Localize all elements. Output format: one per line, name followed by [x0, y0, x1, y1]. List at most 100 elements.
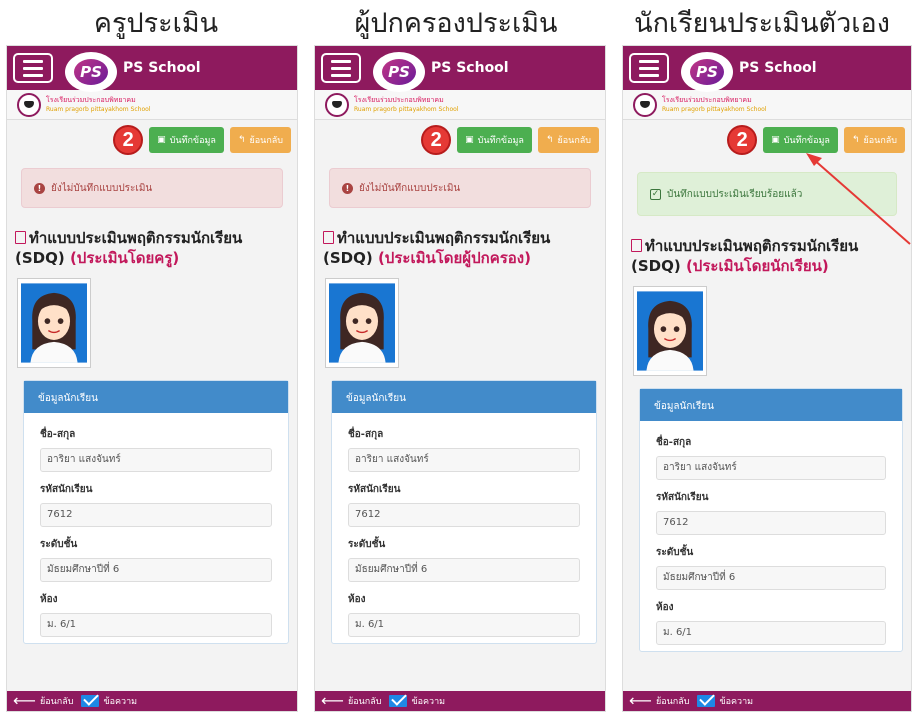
school-name-th: โรงเรียนร่วมประกอบพิทยาคม	[354, 95, 444, 104]
name-field: อาริยา แสงจันทร์	[40, 448, 272, 472]
level-label: ระดับชั้น	[656, 547, 694, 558]
student-id-field: 7612	[656, 511, 886, 535]
student-id-label: รหัสนักเรียน	[348, 484, 401, 495]
logo-mark: PS	[382, 59, 416, 85]
name-field: อาริยา แสงจันทร์	[656, 456, 886, 480]
mail-icon[interactable]	[81, 695, 100, 707]
school-name-th: โรงเรียนร่วมประกอบพิทยาคม	[46, 95, 136, 104]
student-id-field: 7612	[348, 503, 580, 527]
alert-text: ยังไม่บันทึกแบบประเมิน	[51, 182, 153, 194]
save-button[interactable]: ▣ บันทึกข้อมูล	[457, 127, 532, 153]
alert-icon: !	[34, 182, 45, 194]
student-id-label: รหัสนักเรียน	[656, 492, 709, 503]
bottom-messages-link[interactable]: ข้อความ	[411, 694, 445, 708]
school-bar: โรงเรียนร่วมประกอบพิทยาคม Ruam pragorb p…	[315, 90, 605, 120]
room-field: ม. 6/1	[348, 613, 580, 637]
school-name-th: โรงเรียนร่วมประกอบพิทยาคม	[662, 95, 752, 104]
save-button-label: บันทึกข้อมูล	[783, 136, 830, 146]
action-toolbar: 2 ▣ บันทึกข้อมูล ↰ ย้อนกลับ	[7, 120, 297, 160]
bottom-messages-link[interactable]: ข้อความ	[719, 694, 753, 708]
room-label: ห้อง	[348, 594, 366, 605]
reply-icon: ↰	[851, 135, 860, 145]
alert-text: บันทึกแบบประเมินเรียบร้อยแล้ว	[667, 188, 803, 200]
save-button[interactable]: ▣ บันทึกข้อมูล	[149, 127, 224, 153]
save-icon: ▣	[157, 135, 166, 145]
caption-student: นักเรียนประเมินตัวเอง	[634, 8, 890, 39]
bottom-bar: ⟵ ย้อนกลับ ข้อความ	[315, 691, 605, 711]
room-label: ห้อง	[656, 602, 674, 613]
caption-parent: ผู้ปกครองประเมิน	[354, 8, 558, 39]
student-photo	[633, 286, 707, 376]
document-icon	[323, 231, 334, 244]
room-field: ม. 6/1	[40, 613, 272, 637]
bottom-back-link[interactable]: ย้อนกลับ	[40, 694, 74, 708]
step-badge: 2	[421, 125, 452, 155]
step-badge: 2	[727, 125, 758, 155]
arrow-left-icon[interactable]: ⟵	[629, 693, 652, 709]
app-logo: PS	[65, 52, 117, 92]
menu-icon[interactable]	[13, 53, 53, 83]
logo-mark: PS	[74, 59, 108, 85]
form-title: ทำแบบประเมินพฤติกรรมนักเรียน (SDQ) (ประเ…	[323, 228, 595, 268]
save-icon: ▣	[465, 135, 474, 145]
bottom-back-link[interactable]: ย้อนกลับ	[656, 694, 690, 708]
app-title: PS School	[431, 60, 509, 76]
menu-icon[interactable]	[629, 53, 669, 83]
alert-icon: !	[342, 182, 353, 194]
back-button-label: ย้อนกลับ	[249, 136, 283, 146]
mail-icon[interactable]	[697, 695, 716, 707]
form-title: ทำแบบประเมินพฤติกรรมนักเรียน (SDQ) (ประเ…	[15, 228, 287, 268]
name-label: ชื่อ-สกุล	[40, 429, 76, 440]
checkbox-icon: ✓	[650, 188, 661, 200]
evaluator-label: (ประเมินโดยนักเรียน)	[685, 257, 829, 275]
student-id-label: รหัสนักเรียน	[40, 484, 93, 495]
school-bar: โรงเรียนร่วมประกอบพิทยาคม Ruam pragorb p…	[623, 90, 911, 120]
level-label: ระดับชั้น	[40, 539, 78, 550]
name-field: อาริยา แสงจันทร์	[348, 448, 580, 472]
phone-screen-student: PS PS School โรงเรียนร่วมประกอบพิทยาคม R…	[622, 45, 912, 712]
arrow-left-icon[interactable]: ⟵	[13, 693, 36, 709]
evaluator-label: (ประเมินโดยครู)	[69, 249, 180, 267]
phone-screen-parent: PS PS School โรงเรียนร่วมประกอบพิทยาคม R…	[314, 45, 606, 712]
back-button[interactable]: ↰ ย้อนกลับ	[537, 127, 599, 153]
student-id-field: 7612	[40, 503, 272, 527]
save-icon: ▣	[771, 135, 780, 145]
student-photo	[17, 278, 91, 368]
app-title: PS School	[123, 60, 201, 76]
student-info-header: ข้อมูลนักเรียน	[640, 389, 902, 421]
back-button[interactable]: ↰ ย้อนกลับ	[229, 127, 291, 153]
school-emblem-icon	[325, 92, 349, 117]
form-title: ทำแบบประเมินพฤติกรรมนักเรียน (SDQ) (ประเ…	[631, 236, 901, 276]
back-button[interactable]: ↰ ย้อนกลับ	[843, 127, 905, 153]
bottom-messages-link[interactable]: ข้อความ	[103, 694, 137, 708]
reply-icon: ↰	[237, 135, 246, 145]
document-icon	[631, 239, 642, 252]
app-title: PS School	[739, 60, 817, 76]
bottom-bar: ⟵ ย้อนกลับ ข้อความ	[623, 691, 911, 711]
evaluator-label: (ประเมินโดยผู้ปกครอง)	[377, 249, 531, 267]
save-button-label: บันทึกข้อมูล	[477, 136, 524, 146]
school-name-en: Ruam pragorb pittayakhom School	[46, 105, 151, 113]
bottom-back-link[interactable]: ย้อนกลับ	[348, 694, 382, 708]
menu-icon[interactable]	[321, 53, 361, 83]
arrow-left-icon[interactable]: ⟵	[321, 693, 344, 709]
name-label: ชื่อ-สกุล	[348, 429, 384, 440]
mail-icon[interactable]	[389, 695, 408, 707]
save-button[interactable]: ▣ บันทึกข้อมูล	[763, 127, 838, 153]
back-button-label: ย้อนกลับ	[863, 136, 897, 146]
room-label: ห้อง	[40, 594, 58, 605]
level-field: มัธยมศึกษาปีที่ 6	[348, 558, 580, 582]
level-label: ระดับชั้น	[348, 539, 386, 550]
alert-text: ยังไม่บันทึกแบบประเมิน	[359, 182, 461, 194]
saved-alert: ✓ บันทึกแบบประเมินเรียบร้อยแล้ว	[637, 172, 897, 216]
student-info-card: ข้อมูลนักเรียน ชื่อ-สกุล อาริยา แสงจันทร…	[639, 388, 903, 652]
step-badge: 2	[113, 125, 144, 155]
student-photo	[325, 278, 399, 368]
school-emblem-icon	[17, 92, 41, 117]
bottom-bar: ⟵ ย้อนกลับ ข้อความ	[7, 691, 297, 711]
app-bar: PS PS School	[7, 46, 297, 92]
save-button-label: บันทึกข้อมูล	[169, 136, 216, 146]
student-info-header: ข้อมูลนักเรียน	[24, 381, 288, 413]
reply-icon: ↰	[545, 135, 554, 145]
level-field: มัธยมศึกษาปีที่ 6	[40, 558, 272, 582]
